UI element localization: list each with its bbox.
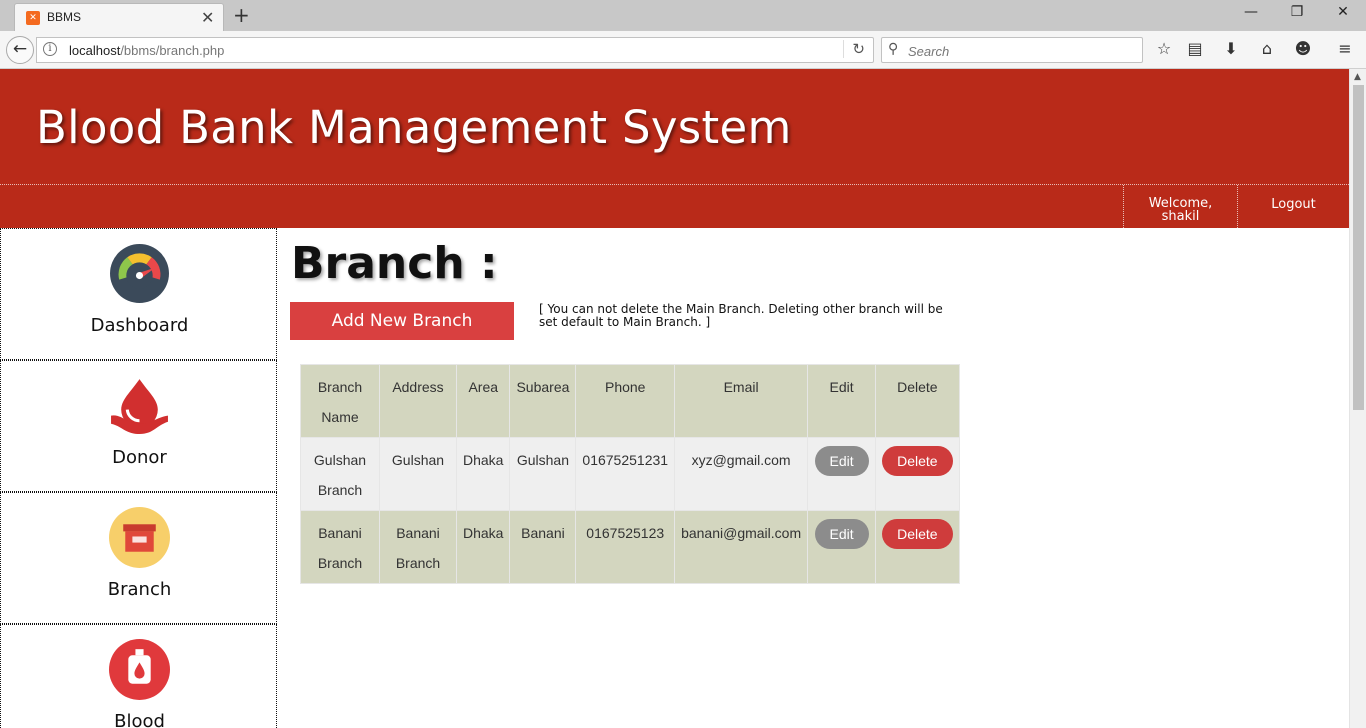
scroll-thumb[interactable] (1353, 85, 1364, 410)
search-placeholder: Search (908, 44, 950, 59)
url-path: /bbms/branch.php (120, 43, 225, 58)
edit-cell: Edit (807, 510, 877, 584)
email-cell: banani@gmail.com (674, 510, 809, 584)
page-viewport: Blood Bank Management System Welcome, sh… (0, 69, 1349, 728)
table-row: Gulshan Branch Gulshan Dhaka Gulshan 016… (300, 437, 960, 511)
delete-button[interactable]: Delete (882, 446, 953, 476)
url-bar[interactable]: i localhost/bbms/branch.php ↻ (36, 37, 874, 63)
archive-box-icon (109, 507, 170, 568)
tab-title: BBMS (47, 10, 82, 24)
blood-drop-hand-icon (111, 379, 168, 434)
add-new-branch-button[interactable]: Add New Branch (290, 302, 514, 340)
sidebar-item-label: Branch (107, 579, 172, 600)
logout-link[interactable]: Logout (1237, 185, 1349, 228)
xampp-favicon-icon: ✕ (26, 11, 40, 25)
restore-icon[interactable]: ❐ (1274, 4, 1320, 20)
main-content: Branch : Add New Branch [ You can not de… (277, 228, 1349, 728)
email-cell: xyz@gmail.com (674, 437, 809, 511)
download-icon[interactable]: ⬇ (1220, 39, 1242, 58)
back-arrow-icon[interactable]: ← (6, 36, 34, 64)
sidebar-item-label: Blood (114, 711, 165, 728)
top-nav: Welcome, shakil Logout (0, 184, 1349, 228)
column-header: Delete (875, 364, 960, 438)
new-tab-icon[interactable]: + (233, 3, 250, 27)
url-host: localhost (69, 43, 121, 58)
delete-cell: Delete (875, 510, 960, 584)
browser-tab[interactable]: ✕ BBMS ✕ (14, 3, 224, 31)
address-cell: Banani Branch (379, 510, 457, 584)
edit-cell: Edit (807, 437, 877, 511)
branch-table: Branch Name Address Area Subarea Phone E… (300, 364, 960, 584)
home-icon[interactable]: ⌂ (1256, 39, 1278, 58)
column-header: Subarea (509, 364, 577, 438)
edit-button[interactable]: Edit (814, 519, 869, 549)
column-header: Email (674, 364, 809, 438)
branch-name-cell: Gulshan Branch (300, 437, 380, 511)
column-header: Edit (807, 364, 877, 438)
column-header: Phone (575, 364, 676, 438)
branch-name-cell: Banani Branch (300, 510, 380, 584)
edit-button[interactable]: Edit (814, 446, 869, 476)
area-cell: Dhaka (455, 437, 511, 511)
reading-list-icon[interactable]: ▤ (1184, 39, 1206, 58)
welcome-user[interactable]: Welcome, shakil (1123, 185, 1237, 228)
delete-cell: Delete (875, 437, 960, 511)
minimize-icon[interactable]: — (1228, 4, 1274, 20)
table-header-row: Branch Name Address Area Subarea Phone E… (300, 364, 960, 438)
bookmark-star-icon[interactable]: ☆ (1153, 39, 1175, 58)
blood-bag-icon (109, 639, 170, 700)
reload-icon[interactable]: ↻ (843, 40, 865, 58)
address-cell: Gulshan (379, 437, 457, 511)
sidebar-item-label: Donor (112, 447, 167, 468)
phone-cell: 01675251231 (575, 437, 676, 511)
site-header: Blood Bank Management System (0, 69, 1349, 184)
table-row: Banani Branch Banani Branch Dhaka Banani… (300, 510, 960, 584)
sidebar-item-donor[interactable]: Donor (0, 360, 277, 492)
search-input[interactable]: ⚲ Search (881, 37, 1143, 63)
page-scrollbar[interactable]: ▲ (1349, 69, 1366, 728)
browser-tab-strip: ✕ BBMS ✕ + — ❐ ✕ (0, 0, 1366, 31)
site-info-icon[interactable]: i (43, 42, 57, 56)
sidebar-item-blood[interactable]: Blood (0, 624, 277, 728)
phone-cell: 0167525123 (575, 510, 676, 584)
browser-navbar: ← i localhost/bbms/branch.php ↻ ⚲ Search… (0, 31, 1366, 69)
delete-note: [ You can not delete the Main Branch. De… (539, 302, 943, 329)
column-header: Address (379, 364, 457, 438)
hamburger-menu-icon[interactable]: ≡ (1334, 39, 1356, 58)
sidebar-item-dashboard[interactable]: Dashboard (0, 228, 277, 360)
subarea-cell: Gulshan (509, 437, 577, 511)
url-text: localhost/bbms/branch.php (69, 43, 224, 58)
close-tab-icon[interactable]: ✕ (201, 8, 214, 27)
username: shakil (1161, 209, 1200, 224)
column-header: Branch Name (300, 364, 380, 438)
sidebar-item-branch[interactable]: Branch (0, 492, 277, 624)
subarea-cell: Banani (509, 510, 577, 584)
sidebar: Dashboard Donor Branch Blood (0, 228, 277, 728)
sidebar-item-label: Dashboard (90, 315, 189, 336)
window-close-icon[interactable]: ✕ (1320, 4, 1366, 20)
site-title: Blood Bank Management System (36, 101, 792, 154)
dashboard-gauge-icon (110, 244, 169, 303)
delete-button[interactable]: Delete (882, 519, 953, 549)
area-cell: Dhaka (455, 510, 511, 584)
search-icon: ⚲ (888, 41, 899, 57)
smiley-feedback-icon[interactable]: ☻ (1292, 39, 1314, 58)
column-header: Area (455, 364, 511, 438)
scroll-up-arrow-icon[interactable]: ▲ (1354, 72, 1361, 82)
page-title: Branch : (291, 238, 498, 289)
